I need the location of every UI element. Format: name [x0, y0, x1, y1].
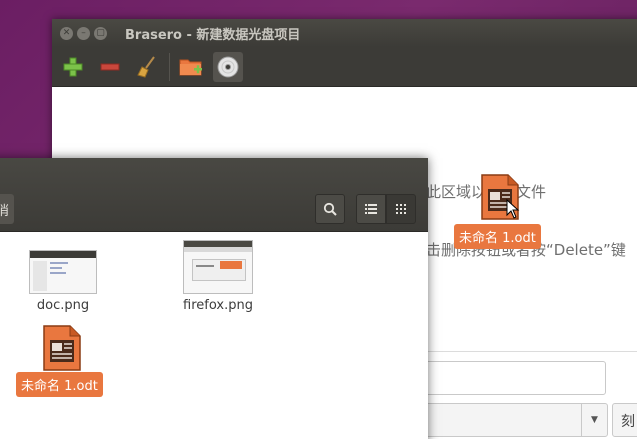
broom-icon — [137, 55, 155, 78]
window-title: Brasero - 新建数据光盘项目 — [125, 27, 301, 43]
add-button[interactable] — [58, 52, 88, 82]
file-manager-window: 消 doc.png firefox.png 未命名 1.odt — [0, 158, 428, 439]
drag-label: 未命名 1.odt — [454, 224, 541, 249]
brasero-titlebar: ✕ – ▢ Brasero - 新建数据光盘项目 — [52, 19, 637, 47]
odt-document-icon — [43, 325, 81, 371]
drag-ghost: 未命名 1.odt — [454, 173, 550, 249]
cancel-button[interactable]: 消 — [0, 194, 14, 224]
disc-select[interactable]: ▼ — [412, 403, 608, 437]
file-item-doc[interactable]: doc.png — [24, 250, 102, 313]
list-view-icon — [365, 204, 377, 214]
toolbar-separator — [169, 52, 170, 81]
remove-button[interactable] — [95, 52, 125, 82]
file-manager-header: 消 — [0, 158, 428, 232]
plus-icon — [63, 57, 83, 76]
search-button[interactable] — [315, 194, 345, 224]
file-item-firefox[interactable]: firefox.png — [170, 240, 266, 313]
grid-view-button[interactable] — [386, 194, 416, 224]
close-button[interactable]: ✕ — [60, 26, 73, 40]
cursor-icon — [506, 199, 520, 219]
list-view-button[interactable] — [356, 194, 386, 224]
file-name: doc.png — [36, 298, 90, 313]
firefox-thumbnail — [183, 240, 253, 294]
disc-button[interactable] — [213, 51, 243, 82]
file-item-odt[interactable]: 未命名 1.odt — [16, 324, 108, 397]
grid-view-icon — [396, 204, 406, 214]
add-folder-button[interactable] — [176, 52, 206, 82]
file-name: firefox.png — [183, 298, 253, 313]
search-icon — [323, 202, 337, 216]
brasero-toolbar — [52, 47, 637, 87]
disc-name-input[interactable] — [412, 361, 606, 395]
folder-add-icon — [179, 59, 202, 75]
disc-icon — [217, 56, 239, 77]
doc-thumbnail — [29, 250, 97, 294]
file-name: 未命名 1.odt — [16, 372, 103, 397]
burn-button[interactable]: 刻 — [612, 403, 637, 437]
clean-button[interactable] — [132, 52, 162, 82]
chevron-down-icon[interactable]: ▼ — [581, 404, 607, 436]
minimize-button[interactable]: – — [77, 26, 90, 40]
maximize-button[interactable]: ▢ — [94, 26, 107, 40]
minus-icon — [100, 63, 120, 70]
